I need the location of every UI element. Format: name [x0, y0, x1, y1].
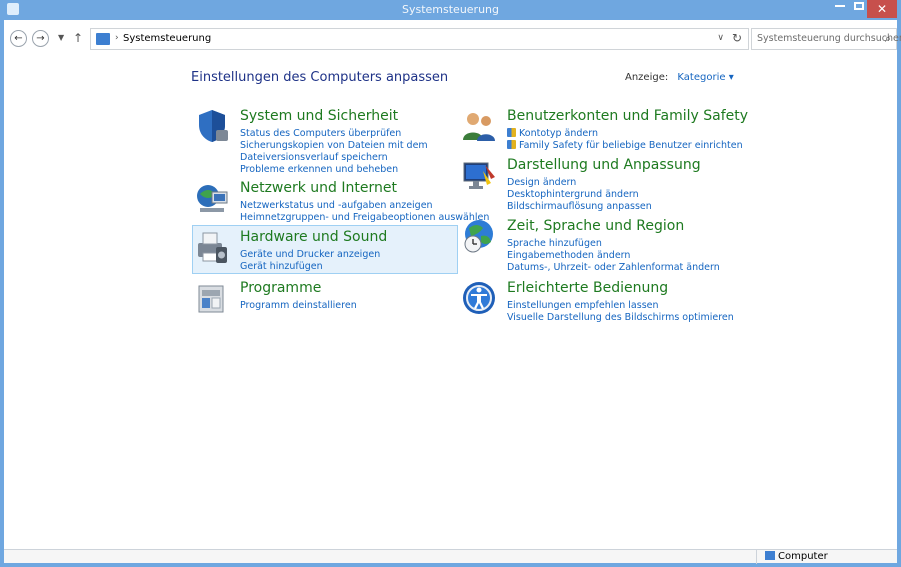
category-links: Netzwerkstatus und -aufgaben anzeigen He…	[240, 200, 489, 224]
task-link[interactable]: Desktophintergrund ändern	[507, 189, 652, 201]
task-link[interactable]: Dateiversionsverlauf speichern	[240, 152, 428, 164]
chevron-down-icon[interactable]: ∨	[717, 33, 724, 43]
status-location-label: Computer	[778, 551, 828, 562]
status-divider	[756, 550, 757, 564]
chevron-right-icon[interactable]: ›	[115, 33, 119, 43]
search-input[interactable]: Systemsteuerung durchsuchen ⌕	[751, 28, 901, 50]
view-by-control: Anzeige: Kategorie ▾	[625, 72, 734, 83]
search-icon[interactable]: ⌕	[885, 32, 891, 46]
search-placeholder: Systemsteuerung durchsuchen	[757, 33, 901, 44]
users-icon	[463, 113, 495, 141]
recent-locations-dropdown-icon[interactable]: ▼	[58, 33, 64, 42]
task-link-text: Kontotyp ändern	[519, 128, 599, 139]
task-link[interactable]: Heimnetzgruppen- und Freigabeoptionen au…	[240, 212, 489, 224]
category-links: Status des Computers überprüfen Sicherun…	[240, 128, 428, 176]
network-icon	[197, 185, 228, 212]
category-heading[interactable]: Darstellung und Anpassung	[507, 157, 701, 173]
refresh-icon[interactable]: ↻	[732, 31, 742, 45]
printer-icon	[198, 232, 227, 263]
up-arrow-icon[interactable]: ↑	[73, 31, 83, 45]
accessibility-icon	[463, 282, 495, 314]
task-link[interactable]: Probleme erkennen und beheben	[240, 164, 428, 176]
category-links: Einstellungen empfehlen lassen Visuelle …	[507, 300, 734, 324]
category-links: Programm deinstallieren	[240, 300, 357, 312]
task-link[interactable]: Status des Computers überprüfen	[240, 128, 428, 140]
task-link-text: Family Safety für beliebige Benutzer ein…	[519, 140, 743, 151]
page-title: Einstellungen des Computers anpassen	[191, 70, 449, 85]
task-link[interactable]: Einstellungen empfehlen lassen	[507, 300, 734, 312]
task-link[interactable]: Netzwerkstatus und -aufgaben anzeigen	[240, 200, 489, 212]
task-link[interactable]: Datums-, Uhrzeit- oder Zahlenformat ände…	[507, 262, 720, 274]
status-bar: Computer	[4, 549, 897, 564]
category-heading[interactable]: Zeit, Sprache und Region	[507, 218, 684, 234]
control-panel-window: Systemsteuerung ✕ ← → ▼ ↑ › Systemsteuer…	[0, 0, 901, 567]
programs-icon	[198, 285, 224, 313]
task-link[interactable]: Sprache hinzufügen	[507, 238, 720, 250]
category-links: Design ändern Desktophintergrund ändern …	[507, 177, 652, 213]
view-by-dropdown[interactable]: Kategorie ▾	[677, 72, 733, 83]
category-heading[interactable]: Benutzerkonten und Family Safety	[507, 108, 748, 124]
control-panel-icon	[96, 33, 110, 45]
category-links: Kontotyp ändern Family Safety für belieb…	[507, 128, 743, 152]
back-button[interactable]: ←	[10, 30, 27, 47]
category-heading[interactable]: Netzwerk und Internet	[240, 180, 397, 196]
computer-icon	[765, 551, 775, 560]
view-by-label: Anzeige:	[625, 72, 669, 83]
task-link[interactable]: Gerät hinzufügen	[240, 261, 380, 273]
task-link[interactable]: Visuelle Darstellung des Bildschirms opt…	[507, 312, 734, 324]
task-link[interactable]: Geräte und Drucker anzeigen	[240, 249, 380, 261]
minimize-button[interactable]	[835, 5, 845, 7]
task-link[interactable]: Sicherungskopien von Dateien mit dem	[240, 140, 428, 152]
forward-button[interactable]: →	[32, 30, 49, 47]
task-link[interactable]: Eingabemethoden ändern	[507, 250, 720, 262]
clock-globe-icon	[464, 220, 493, 253]
category-links: Sprache hinzufügen Eingabemethoden änder…	[507, 238, 720, 274]
category-links: Geräte und Drucker anzeigen Gerät hinzuf…	[240, 249, 380, 273]
title-bar[interactable]: Systemsteuerung ✕	[4, 0, 897, 20]
category-heading[interactable]: Erleichterte Bedienung	[507, 280, 668, 296]
task-link[interactable]: Programm deinstallieren	[240, 300, 357, 312]
close-button[interactable]: ✕	[867, 0, 897, 18]
task-link-shield[interactable]: Kontotyp ändern	[507, 128, 743, 140]
window-title: Systemsteuerung	[401, 3, 500, 16]
task-link[interactable]: Bildschirmauflösung anpassen	[507, 201, 652, 213]
uac-shield-icon	[507, 128, 516, 137]
address-field[interactable]: › Systemsteuerung ∨ ↻	[90, 28, 749, 50]
main-content: Einstellungen des Computers anpassen Anz…	[4, 56, 897, 549]
category-heading[interactable]: System und Sicherheit	[240, 108, 398, 124]
address-bar: ← → ▼ ↑ › Systemsteuerung ∨ ↻ Systemsteu…	[4, 20, 901, 56]
display-icon	[463, 162, 495, 189]
status-location: Computer	[765, 551, 828, 562]
task-link-shield[interactable]: Family Safety für beliebige Benutzer ein…	[507, 140, 743, 152]
category-heading[interactable]: Programme	[240, 280, 321, 296]
uac-shield-icon	[507, 140, 516, 149]
shield-icon	[199, 110, 228, 142]
breadcrumb[interactable]: Systemsteuerung	[123, 33, 211, 44]
task-link[interactable]: Design ändern	[507, 177, 652, 189]
maximize-button[interactable]	[854, 2, 864, 10]
category-heading[interactable]: Hardware und Sound	[240, 229, 387, 245]
